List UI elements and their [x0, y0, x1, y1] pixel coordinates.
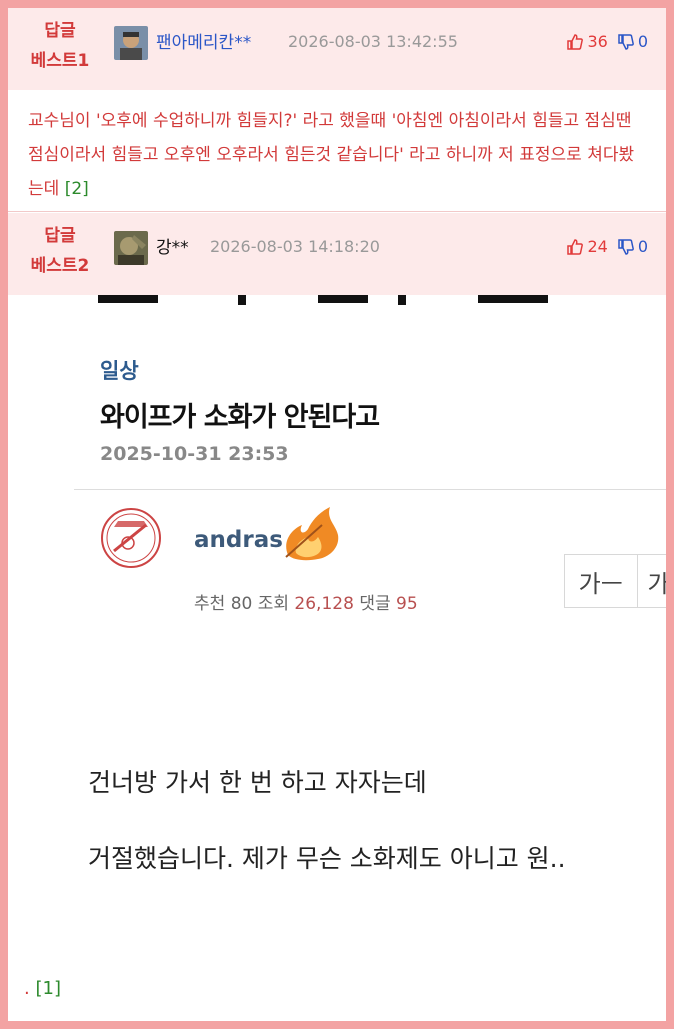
comment-header-best1: 답글 베스트1 팬아메리칸** 2026-08-03 13:42:55 36 0 [8, 8, 666, 90]
comment-datetime: 2026-08-03 14:18:20 [210, 237, 380, 256]
post-title: 와이프가 소화가 안된다고 [100, 402, 380, 433]
views-value: 26,128 [294, 594, 354, 614]
reply-count[interactable]: [2] [65, 179, 89, 199]
thumbs-up-icon[interactable] [566, 33, 584, 51]
downvote-count: 0 [637, 32, 648, 51]
nickname[interactable]: 팬아메리칸** [156, 28, 251, 53]
post-body-line: 건너방 가서 한 번 하고 자자는데 [88, 768, 427, 797]
comment-body: . [1] [24, 978, 61, 999]
reply-count[interactable]: [1] [35, 978, 61, 999]
upvote-count: 24 [587, 237, 608, 256]
comment-text: 교수님이 '오후에 수업하니까 힘들지?' 라고 했을때 '아침엔 아침이라서 … [28, 111, 635, 199]
post-stats: 추천 80 조회 26,128 댓글 95 [194, 589, 418, 614]
divider [74, 489, 666, 490]
reply-label: 답글 [44, 226, 76, 246]
recommend-label: 추천 [194, 594, 226, 614]
post-body-line: 거절했습니다. 제가 무슨 소화제도 아니고 원.. [88, 844, 566, 873]
comments-label: 댓글 [359, 594, 391, 614]
upvote-count: 36 [587, 32, 608, 51]
embedded-post-screenshot: 일상 와이프가 소화가 안된다고 2025-10-31 23:53 andras… [8, 295, 666, 965]
fire-badge-icon [278, 503, 346, 563]
reply-label: 답글 [44, 21, 76, 41]
font-size-control: 가ㅡ 가 [564, 554, 666, 608]
cropped-text-strokes [98, 295, 548, 305]
vote-area: 36 0 [566, 32, 648, 51]
comment-text: . [24, 978, 30, 999]
thumbs-up-icon[interactable] [566, 238, 584, 256]
recommend-value: 80 [230, 594, 253, 614]
post-category: 일상 [100, 359, 139, 383]
best-rank-label: 베스트1 [30, 51, 90, 71]
vote-area: 24 0 [566, 237, 648, 256]
avatar[interactable] [114, 231, 148, 265]
best-label: 답글 베스트2 [24, 221, 96, 281]
downvote-count: 0 [637, 237, 648, 256]
comments-value: 95 [396, 594, 418, 614]
best-label: 답글 베스트1 [24, 16, 96, 76]
best-rank-label: 베스트2 [30, 256, 90, 276]
comment-header-best2: 답글 베스트2 강** 2026-08-03 14:18:20 24 0 [8, 213, 666, 295]
font-increase-button[interactable]: 가 [638, 555, 666, 607]
avatar[interactable] [114, 26, 148, 60]
comment-body: 교수님이 '오후에 수업하니까 힘들지?' 라고 했을때 '아침엔 아침이라서 … [8, 90, 666, 212]
font-decrease-button[interactable]: 가ㅡ [565, 555, 638, 607]
post-author[interactable]: andras [194, 527, 283, 553]
nickname[interactable]: 강** [156, 233, 189, 258]
thumbs-down-icon[interactable] [617, 33, 635, 51]
post-date: 2025-10-31 23:53 [100, 443, 289, 465]
views-label: 조회 [257, 594, 290, 614]
comment-datetime: 2026-08-03 13:42:55 [288, 32, 458, 51]
thumbs-down-icon[interactable] [617, 238, 635, 256]
yankees-logo-icon [100, 507, 162, 569]
